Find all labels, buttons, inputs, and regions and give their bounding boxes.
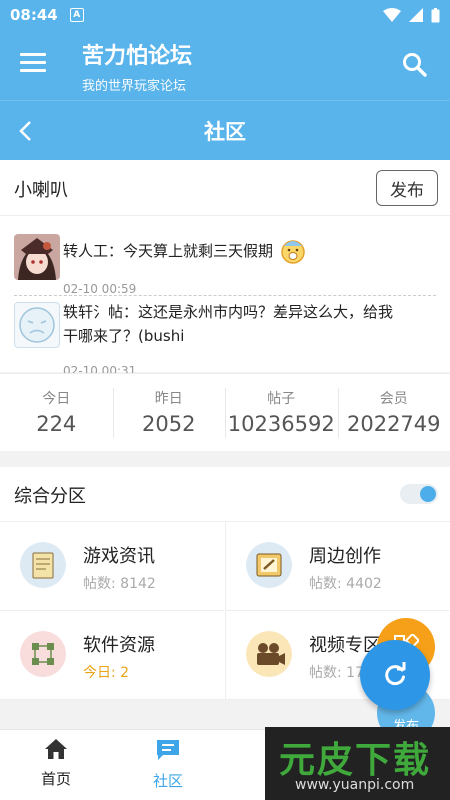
shout-text: 轶轩氵帖：这还是永州市内吗？差异这么大，给我干哪来了？(bushi xyxy=(63,303,394,345)
forum-name: 游戏资讯 xyxy=(83,546,155,567)
forum-count: 帖数: 4402 xyxy=(309,576,382,592)
page-title: 社区 xyxy=(204,120,246,144)
app-title: 苦力怕论坛 xyxy=(82,44,193,69)
page-header: 社区 xyxy=(0,100,450,160)
section-title: 综合分区 xyxy=(14,486,86,507)
nodes-icon xyxy=(20,631,66,677)
signal-icon xyxy=(409,8,423,22)
forum-name: 软件资源 xyxy=(83,635,155,656)
app-bar: 苦力怕论坛 我的世界玩家论坛 xyxy=(0,30,450,100)
toggle-knob xyxy=(420,486,436,502)
refresh-icon xyxy=(385,662,406,686)
news-icon xyxy=(20,542,66,588)
notification-icon: A xyxy=(69,8,84,22)
chat-icon xyxy=(157,740,179,760)
film-camera-icon xyxy=(246,631,292,677)
pencil-board-icon xyxy=(246,542,292,588)
forum-stats: 今日 224 昨日 2052 帖子 10236592 会员 2022749 xyxy=(0,373,450,451)
menu-icon[interactable] xyxy=(20,53,46,75)
forum-count: 今日: 2 xyxy=(83,665,130,681)
stat-value: 224 xyxy=(36,412,77,436)
refresh-fab[interactable] xyxy=(360,640,430,710)
emoji-icon xyxy=(281,240,305,264)
stat-label: 昨日 xyxy=(154,391,183,407)
section-toggle[interactable] xyxy=(400,484,438,504)
watermark: 元皮下载 www.yuanpi.com xyxy=(265,727,450,800)
wifi-icon xyxy=(383,8,401,22)
nav-community[interactable]: 社区 xyxy=(128,738,208,791)
stat-yesterday: 昨日 2052 xyxy=(112,374,226,451)
nav-home[interactable]: 首页 xyxy=(16,738,96,789)
nav-label: 首页 xyxy=(40,770,71,788)
search-icon[interactable] xyxy=(402,52,428,78)
app-subtitle: 我的世界玩家论坛 xyxy=(82,79,187,94)
home-icon xyxy=(45,739,67,759)
shout-time: 02-10 00:59 xyxy=(63,282,137,296)
watermark-url: www.yuanpi.com xyxy=(295,777,415,793)
status-bar: 08:44 A xyxy=(0,0,450,30)
avatar[interactable] xyxy=(14,234,60,280)
stat-posts: 帖子 10236592 xyxy=(225,374,338,451)
post-shout-button[interactable]: 发布 xyxy=(376,170,438,206)
battery-icon xyxy=(431,7,440,22)
status-time: 08:44 xyxy=(10,6,58,24)
shoutbox-list: 转人工：今天算上就剩三天假期 02-10 00:59 轶轩氵帖：这还是永州市内吗… xyxy=(0,216,450,378)
forum-count: 帖数: 8142 xyxy=(83,576,156,592)
nav-label: 社区 xyxy=(152,772,183,790)
stat-value: 2052 xyxy=(142,412,196,436)
forum-item-fan-creation[interactable]: 周边创作 帖数: 4402 xyxy=(225,522,449,611)
watermark-text: 元皮下载 xyxy=(279,740,432,781)
divider xyxy=(14,295,436,296)
shoutbox-header: 小喇叭 发布 xyxy=(0,160,450,216)
section-header: 综合分区 xyxy=(0,467,450,521)
forum-item-software[interactable]: 软件资源 今日: 2 xyxy=(0,611,224,700)
avatar[interactable] xyxy=(14,302,60,348)
shout-text: 转人工：今天算上就剩三天假期 xyxy=(63,242,274,260)
forum-item-game-news[interactable]: 游戏资讯 帖数: 8142 xyxy=(0,522,224,611)
stat-label: 今日 xyxy=(42,391,71,407)
forum-name: 周边创作 xyxy=(309,546,381,567)
stat-value: 2022749 xyxy=(346,412,441,436)
stat-label: 帖子 xyxy=(267,391,296,407)
stat-value: 10236592 xyxy=(227,412,335,436)
stat-members: 会员 2022749 xyxy=(337,374,450,451)
shoutbox-label: 小喇叭 xyxy=(14,180,68,201)
stat-today: 今日 224 xyxy=(0,374,113,451)
forum-count: 帖数: 17 xyxy=(309,665,364,681)
stat-label: 会员 xyxy=(379,391,408,407)
